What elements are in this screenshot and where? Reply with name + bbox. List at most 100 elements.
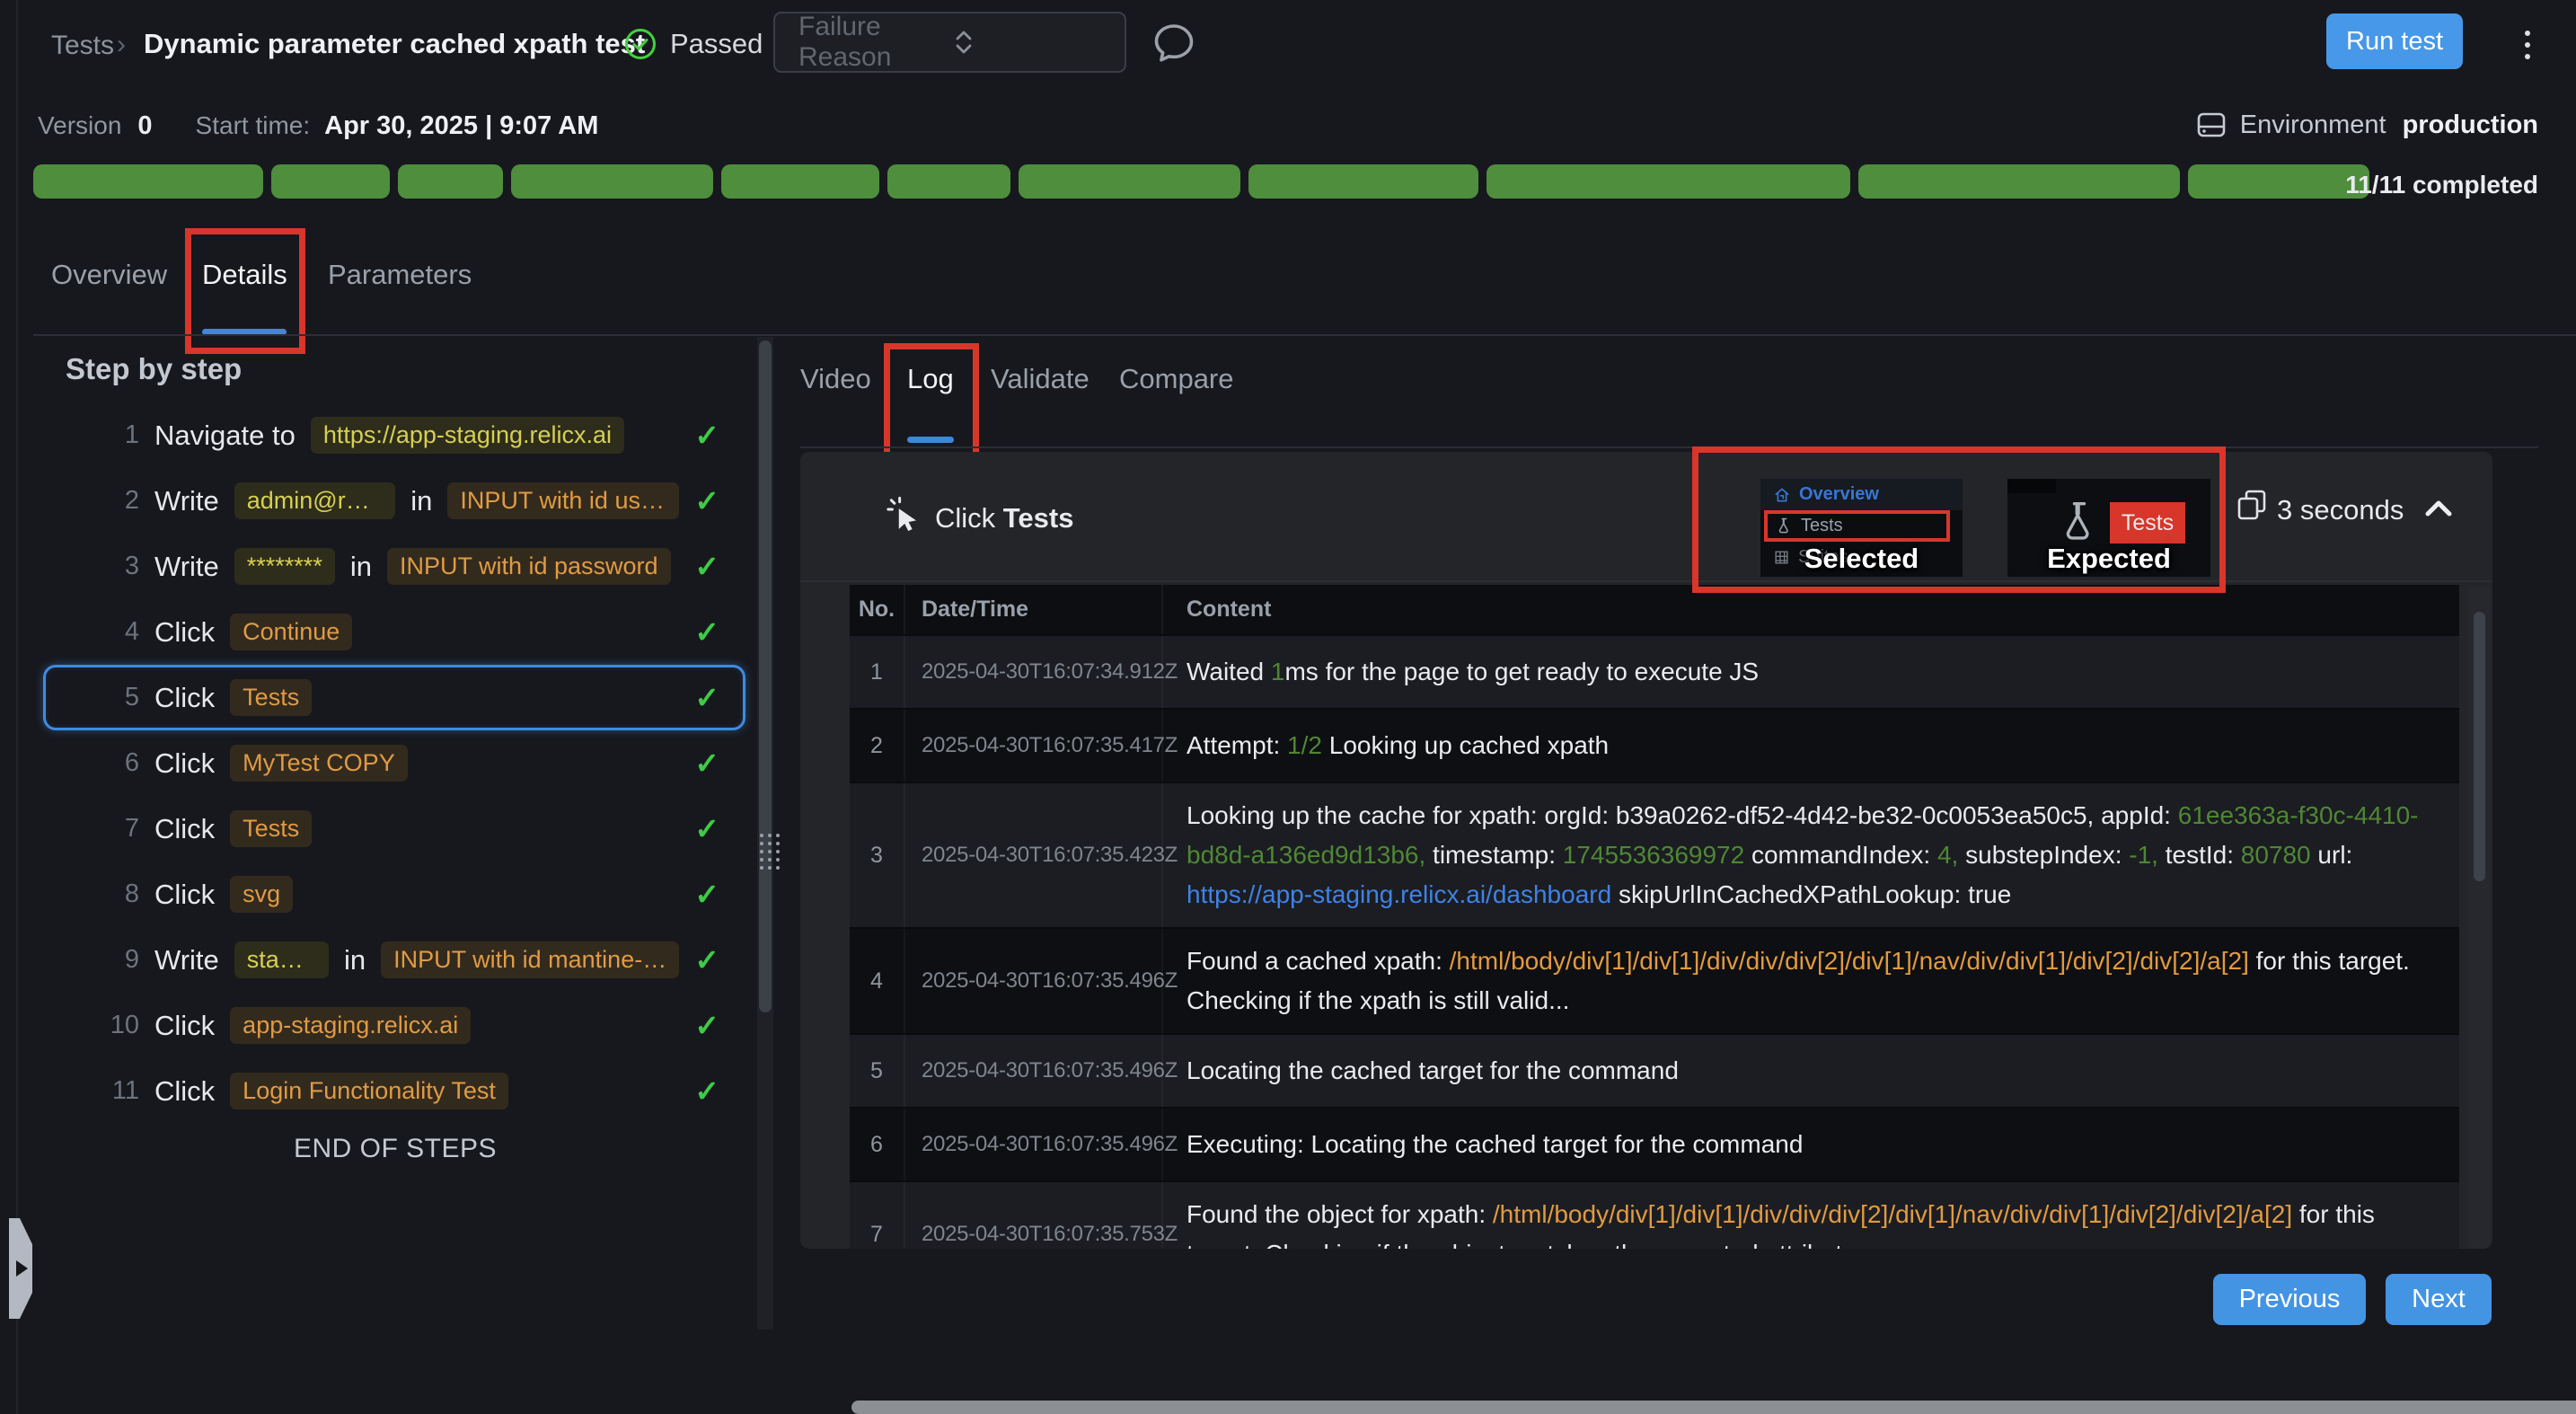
- check-icon: ✓: [694, 1008, 719, 1043]
- end-of-steps-label: END OF STEPS: [33, 1134, 757, 1164]
- progress-segment-8[interactable]: [1248, 164, 1478, 199]
- step-by-step-panel: Step by step 1Navigate tohttps://app-sta…: [33, 337, 757, 1330]
- step-row-5[interactable]: 5ClickTests✓: [43, 665, 745, 730]
- step-row-8[interactable]: 8Clicksvg✓: [43, 862, 745, 927]
- step-row-7[interactable]: 7ClickTests✓: [43, 796, 745, 862]
- step-action: Click: [154, 1075, 215, 1108]
- log-cell-datetime: 2025-04-30T16:07:35.423Z: [905, 783, 1163, 927]
- click-cursor-icon: [885, 497, 922, 535]
- progress-segment-2[interactable]: [271, 164, 390, 199]
- flask-icon: [2058, 500, 2101, 544]
- step-value-badge: staging: [234, 941, 329, 978]
- step-action: Click: [154, 616, 215, 649]
- check-icon: ✓: [694, 483, 719, 518]
- next-button[interactable]: Next: [2386, 1274, 2492, 1325]
- previous-button[interactable]: Previous: [2213, 1274, 2366, 1325]
- progress-segment-11[interactable]: [2188, 164, 2369, 199]
- step-connector: in: [410, 485, 432, 517]
- step-target-badge: MyTest COPY: [230, 745, 408, 782]
- log-cell-content: Looking up the cache for xpath: orgId: b…: [1163, 783, 2459, 927]
- step-number: 9: [100, 945, 139, 975]
- app-root: Tests › Dynamic parameter cached xpath t…: [0, 0, 2576, 1414]
- tab-overview[interactable]: Overview: [51, 259, 167, 291]
- log-text-segment: Executing: Locating the cached target fo…: [1187, 1130, 1803, 1158]
- breadcrumb[interactable]: Tests: [51, 31, 114, 61]
- horizontal-scrollbar-thumb[interactable]: [851, 1401, 2576, 1414]
- step-row-2[interactable]: 2Writeadmin@relicx.aiinINPUT with id use…: [43, 468, 745, 534]
- progress-segment-4[interactable]: [511, 164, 713, 199]
- step-connector: in: [344, 944, 366, 977]
- progress-segment-3[interactable]: [398, 164, 503, 199]
- log-cell-content: Locating the cached target for the comma…: [1163, 1035, 2459, 1107]
- log-text-segment: -1,: [2129, 841, 2158, 869]
- expected-screenshot-thumbnail[interactable]: Tests Expected: [2007, 479, 2210, 577]
- log-scrollbar-thumb[interactable]: [2474, 612, 2485, 881]
- log-text-segment: timestamp:: [1425, 841, 1562, 869]
- log-text-segment: skipUrlInCachedXPathLookup: true: [1611, 880, 2011, 908]
- progress-segment-6[interactable]: [887, 164, 1010, 199]
- step-number: 1: [100, 420, 139, 450]
- steps-heading: Step by step: [66, 352, 242, 386]
- progress-segment-7[interactable]: [1019, 164, 1240, 199]
- log-cell-content: Found a cached xpath: /html/body/div[1]/…: [1163, 929, 2459, 1033]
- version-label: Version: [38, 111, 121, 140]
- log-text-segment: commandIndex:: [1744, 841, 1937, 869]
- log-text-segment: 1/2: [1287, 731, 1322, 759]
- panel-scrollbar-thumb[interactable]: [759, 340, 772, 1012]
- home-icon: [1773, 486, 1791, 504]
- tab-compare[interactable]: Compare: [1119, 363, 1234, 445]
- environment-value: production: [2403, 110, 2538, 140]
- run-test-button[interactable]: Run test: [2326, 13, 2463, 69]
- log-cell-no: 4: [850, 929, 905, 1033]
- step-target-badge: Login Functionality Test: [230, 1073, 508, 1109]
- check-icon: ✓: [694, 877, 719, 912]
- start-time-label: Start time:: [196, 111, 311, 140]
- copy-icon[interactable]: [2234, 488, 2270, 524]
- log-content-text: Waited 1ms for the page to get ready to …: [1187, 652, 2432, 692]
- expected-thumb-notch: [2007, 479, 2056, 493]
- step-target-badge: INPUT with id username: [447, 482, 679, 519]
- comment-icon[interactable]: [1152, 21, 1195, 64]
- duration-label: 3 seconds: [2277, 494, 2404, 526]
- failure-reason-select[interactable]: Failure Reason: [773, 12, 1126, 73]
- selected-screenshot-thumbnail[interactable]: OverviewTestsSuites Selected: [1760, 479, 1963, 577]
- step-row-4[interactable]: 4ClickContinue✓: [43, 599, 745, 665]
- sidebar-expand-handle[interactable]: [9, 1218, 32, 1319]
- progress-segment-1[interactable]: [33, 164, 263, 199]
- step-action: Click: [154, 813, 215, 845]
- passed-check-icon: [623, 27, 657, 61]
- step-target-badge: Continue: [230, 614, 352, 650]
- chevron-up-icon[interactable]: [2422, 497, 2455, 520]
- step-action: Click: [154, 747, 215, 780]
- check-icon: ✓: [694, 942, 719, 977]
- progress-segment-9[interactable]: [1486, 164, 1850, 199]
- mini-nav-item-tests: Tests: [1764, 510, 1950, 542]
- log-cell-no: 1: [850, 636, 905, 708]
- progress-segment-10[interactable]: [1858, 164, 2180, 199]
- log-text-segment: 80780: [2241, 841, 2311, 869]
- log-cell-content: Found the object for xpath: /html/body/d…: [1163, 1182, 2459, 1249]
- failure-reason-placeholder: Failure Reason: [798, 12, 952, 73]
- progress-segment-5[interactable]: [721, 164, 879, 199]
- step-row-11[interactable]: 11ClickLogin Functionality Test✓: [43, 1058, 745, 1124]
- more-options-kebab-icon[interactable]: [2510, 23, 2545, 66]
- step-target-badge: INPUT with id mantine-17z...: [381, 941, 679, 978]
- log-cell-content: Waited 1ms for the page to get ready to …: [1163, 636, 2459, 708]
- step-number: 5: [100, 683, 139, 712]
- panel-resizer[interactable]: [757, 337, 773, 1330]
- step-row-6[interactable]: 6ClickMyTest COPY✓: [43, 730, 745, 796]
- tab-video[interactable]: Video: [800, 363, 871, 445]
- tab-validate[interactable]: Validate: [991, 363, 1090, 445]
- tab-parameters[interactable]: Parameters: [328, 259, 472, 291]
- step-row-10[interactable]: 10Clickapp-staging.relicx.ai✓: [43, 993, 745, 1058]
- log-scrollbar-track[interactable]: [2468, 587, 2491, 1249]
- step-row-1[interactable]: 1Navigate tohttps://app-staging.relicx.a…: [43, 402, 745, 468]
- step-progress-bar: [33, 164, 2369, 199]
- step-action: Navigate to: [154, 420, 296, 452]
- step-row-3[interactable]: 3Write********inINPUT with id password✓: [43, 534, 745, 599]
- step-row-9[interactable]: 9WritestaginginINPUT with id mantine-17z…: [43, 927, 745, 993]
- environment-info: Environment production: [2195, 110, 2538, 140]
- log-content-text: Looking up the cache for xpath: orgId: b…: [1187, 796, 2432, 915]
- annotation-box-screenshots: OverviewTestsSuites Selected Tests Expec…: [1692, 446, 2226, 593]
- expected-label: Expected: [2007, 543, 2210, 575]
